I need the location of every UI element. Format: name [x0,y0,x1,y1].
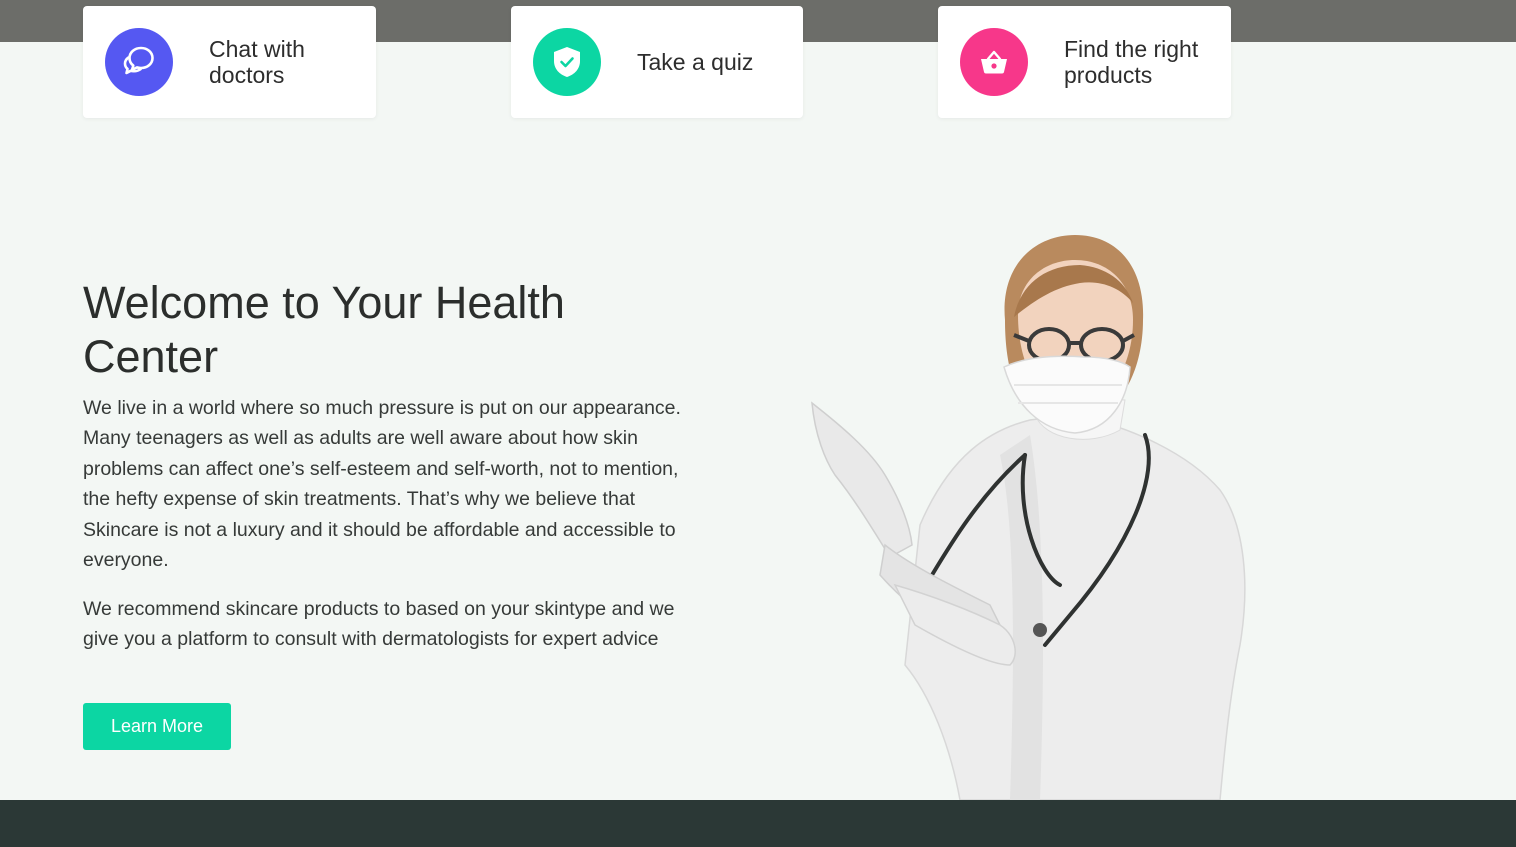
learn-more-button[interactable]: Learn More [83,703,231,750]
stethoscope-chestpiece [1033,623,1047,637]
hero-paragraph-1: We live in a world where so much pressur… [83,397,681,572]
chat-bubbles-icon [105,28,173,96]
shopping-basket-icon [960,28,1028,96]
feature-card-products[interactable]: Find the right products [938,6,1231,118]
footer-band [0,800,1516,847]
glove-left [811,401,913,558]
feature-card-quiz[interactable]: Take a quiz [511,6,803,118]
feature-label-products: Find the right products [1064,36,1199,88]
feature-label-quiz: Take a quiz [637,49,754,75]
shield-check-icon [533,28,601,96]
feature-card-chat[interactable]: Chat with doctors [83,6,376,118]
doctor-portrait [811,235,1246,800]
feature-label-chat: Chat with doctors [209,36,305,88]
hero-title: Welcome to Your Health Center [83,277,565,382]
hero-paragraph-2: We recommend skincare products to based … [83,598,675,651]
